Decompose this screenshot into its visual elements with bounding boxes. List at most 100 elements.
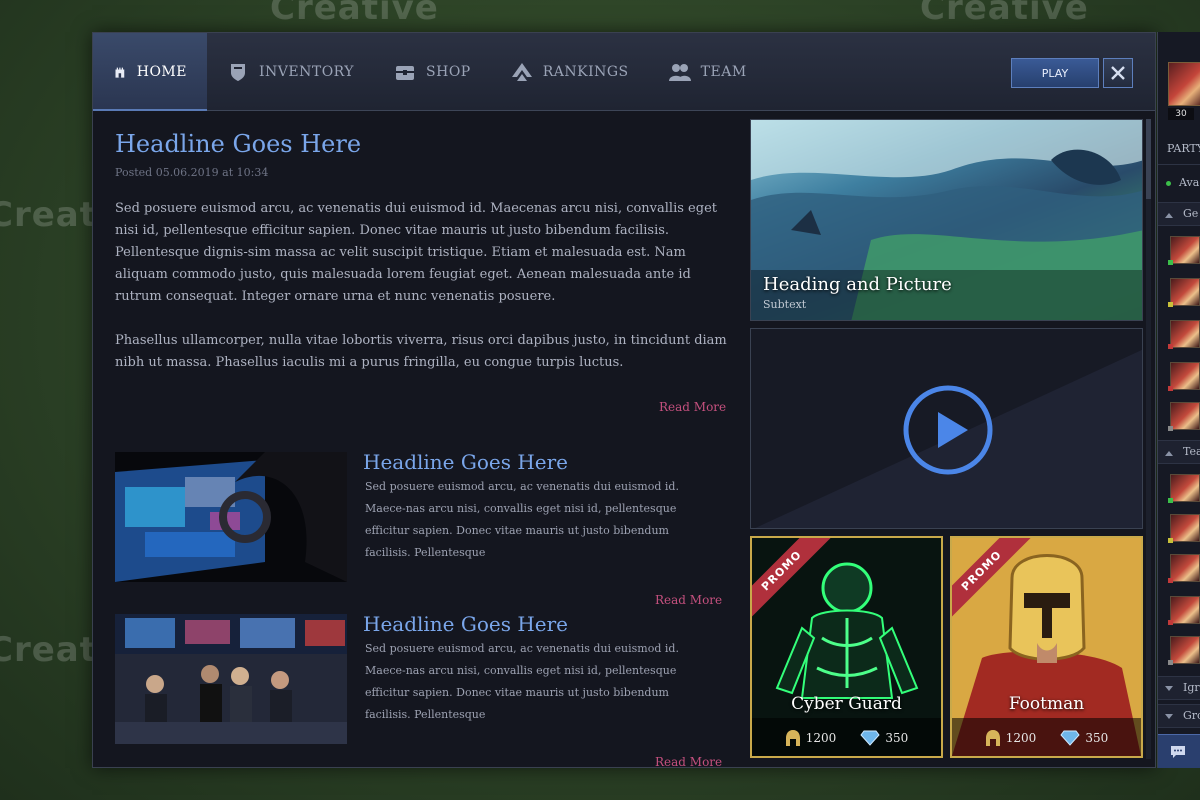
- nav-shop[interactable]: SHOP: [374, 33, 491, 111]
- team-icon: [668, 64, 691, 81]
- top-bar: HOME INVENTORY SHOP RANKINGS TEAM PLAY: [93, 33, 1155, 111]
- available-status-label[interactable]: Ava: [1179, 176, 1199, 189]
- rank-chevron-icon: [511, 63, 532, 81]
- group-header-3[interactable]: Igr: [1158, 676, 1200, 700]
- featured-card-heading: Heading and Picture: [763, 274, 952, 295]
- main-paragraph-2: Phasellus ullamcorper, nulla vitae lobor…: [115, 333, 727, 370]
- member-status-dot: [1168, 620, 1173, 625]
- player-avatar[interactable]: [1168, 62, 1200, 106]
- gem-price-button[interactable]: 350: [1060, 730, 1108, 746]
- member-status-dot: [1168, 498, 1173, 503]
- party-member-avatar[interactable]: [1170, 474, 1200, 502]
- member-status-dot: [1168, 660, 1173, 665]
- featured-picture-card[interactable]: Heading and Picture Subtext: [750, 119, 1143, 321]
- article-2-headline[interactable]: Headline Goes Here: [363, 612, 568, 636]
- nav-inventory-label: INVENTORY: [259, 64, 355, 80]
- article-1-excerpt: Sed posuere euismod arcu, ac venenatis d…: [365, 480, 679, 559]
- featured-card-subtext: Subtext: [763, 298, 807, 311]
- member-status-dot: [1168, 302, 1173, 307]
- member-status-dot: [1168, 344, 1173, 349]
- promo-price-row: 1200 350: [752, 718, 941, 756]
- gem-price-value: 350: [885, 731, 909, 745]
- chevron-up-icon: [1165, 213, 1173, 218]
- party-member-avatar[interactable]: [1170, 362, 1200, 390]
- promo-price-row: 1200 350: [952, 718, 1141, 756]
- nav-home[interactable]: HOME: [93, 33, 207, 111]
- esports-arena-image: [115, 614, 347, 744]
- main-nav: HOME INVENTORY SHOP RANKINGS TEAM: [93, 33, 767, 111]
- group-header-2[interactable]: Tea: [1158, 440, 1200, 464]
- watermark-top-right: Creative: [920, 0, 1089, 28]
- diamond-icon: [860, 730, 880, 746]
- news-feed: Headline Goes Here Posted 05.06.2019 at …: [93, 112, 743, 767]
- promo-card-cyber-guard[interactable]: PROMO Cyber Guard 1200 350: [750, 536, 943, 758]
- party-label: PARTY: [1167, 142, 1200, 155]
- main-paragraph-1: Sed posuere euismod arcu, ac venenatis d…: [115, 201, 717, 304]
- diamond-icon: [1060, 730, 1080, 746]
- nav-rankings[interactable]: RANKINGS: [491, 33, 649, 111]
- article-1-read-more-link[interactable]: Read More: [655, 593, 722, 607]
- member-status-dot: [1168, 578, 1173, 583]
- gold-price-button[interactable]: 1200: [985, 729, 1037, 747]
- promo-item-name: Cyber Guard: [791, 694, 902, 714]
- group-header-4[interactable]: Gro: [1158, 704, 1200, 728]
- armor-icon: [231, 64, 245, 81]
- group-1-label: Ge: [1183, 207, 1199, 220]
- group-4-label: Gro: [1183, 709, 1200, 722]
- party-member-avatar[interactable]: [1170, 514, 1200, 542]
- chest-icon: [396, 66, 415, 80]
- available-status-dot: [1166, 181, 1171, 186]
- party-member-avatar[interactable]: [1170, 554, 1200, 582]
- play-icon[interactable]: [902, 384, 994, 476]
- main-headline[interactable]: Headline Goes Here: [115, 130, 361, 158]
- chevron-up-icon: [1165, 451, 1173, 456]
- close-button[interactable]: [1103, 58, 1133, 88]
- member-status-dot: [1168, 538, 1173, 543]
- group-header-1[interactable]: Ge: [1158, 202, 1200, 226]
- gold-price-value: 1200: [1005, 731, 1037, 745]
- party-member-avatar[interactable]: [1170, 236, 1200, 264]
- party-member-avatar[interactable]: [1170, 278, 1200, 306]
- play-button[interactable]: PLAY: [1011, 58, 1099, 88]
- helmet-coin-icon: [985, 730, 1000, 746]
- chat-button[interactable]: [1158, 734, 1200, 768]
- main-read-more-link[interactable]: Read More: [659, 400, 726, 414]
- gem-price-value: 350: [1085, 731, 1109, 745]
- nav-rankings-label: RANKINGS: [542, 64, 629, 80]
- member-status-dot: [1168, 426, 1173, 431]
- chat-icon: [1171, 746, 1185, 758]
- group-2-label: Tea: [1183, 445, 1200, 458]
- helmet-coin-icon: [785, 730, 800, 746]
- close-icon: [1111, 66, 1125, 80]
- nav-inventory[interactable]: INVENTORY: [207, 33, 374, 111]
- article-2-read-more-link[interactable]: Read More: [655, 755, 722, 767]
- party-member-avatar[interactable]: [1170, 402, 1200, 430]
- nav-team[interactable]: TEAM: [649, 33, 767, 111]
- nav-team-label: TEAM: [700, 64, 747, 80]
- gold-price-value: 1200: [805, 731, 837, 745]
- content-scrollbar[interactable]: [1146, 119, 1151, 759]
- castle-icon: [115, 67, 125, 78]
- promo-item-name: Footman: [1008, 694, 1085, 714]
- article-2-excerpt: Sed posuere euismod arcu, ac venenatis d…: [365, 642, 679, 721]
- post-date: Posted 05.06.2019 at 10:34: [115, 166, 269, 179]
- launcher-window: HOME INVENTORY SHOP RANKINGS TEAM PLAY H…: [92, 32, 1156, 768]
- article-1-thumbnail[interactable]: [115, 452, 347, 582]
- chevron-down-icon: [1165, 714, 1173, 719]
- gem-price-button[interactable]: 350: [860, 730, 908, 746]
- watermark-top-left: Creative: [270, 0, 439, 28]
- nav-home-label: HOME: [136, 64, 187, 80]
- member-status-dot: [1168, 386, 1173, 391]
- party-sidebar: 30 PARTY Ava Ge Tea Igr Gro: [1157, 32, 1200, 768]
- party-member-avatar[interactable]: [1170, 636, 1200, 664]
- nav-shop-label: SHOP: [426, 64, 471, 80]
- party-member-avatar[interactable]: [1170, 320, 1200, 348]
- article-1-headline[interactable]: Headline Goes Here: [363, 450, 568, 474]
- article-2-thumbnail[interactable]: [115, 614, 347, 744]
- video-card[interactable]: [750, 328, 1143, 529]
- promo-card-footman[interactable]: PROMO Footman 1200 350: [950, 536, 1143, 758]
- gold-price-button[interactable]: 1200: [785, 729, 837, 747]
- party-member-avatar[interactable]: [1170, 596, 1200, 624]
- player-level-badge: 30: [1168, 108, 1194, 120]
- group-3-label: Igr: [1183, 681, 1200, 694]
